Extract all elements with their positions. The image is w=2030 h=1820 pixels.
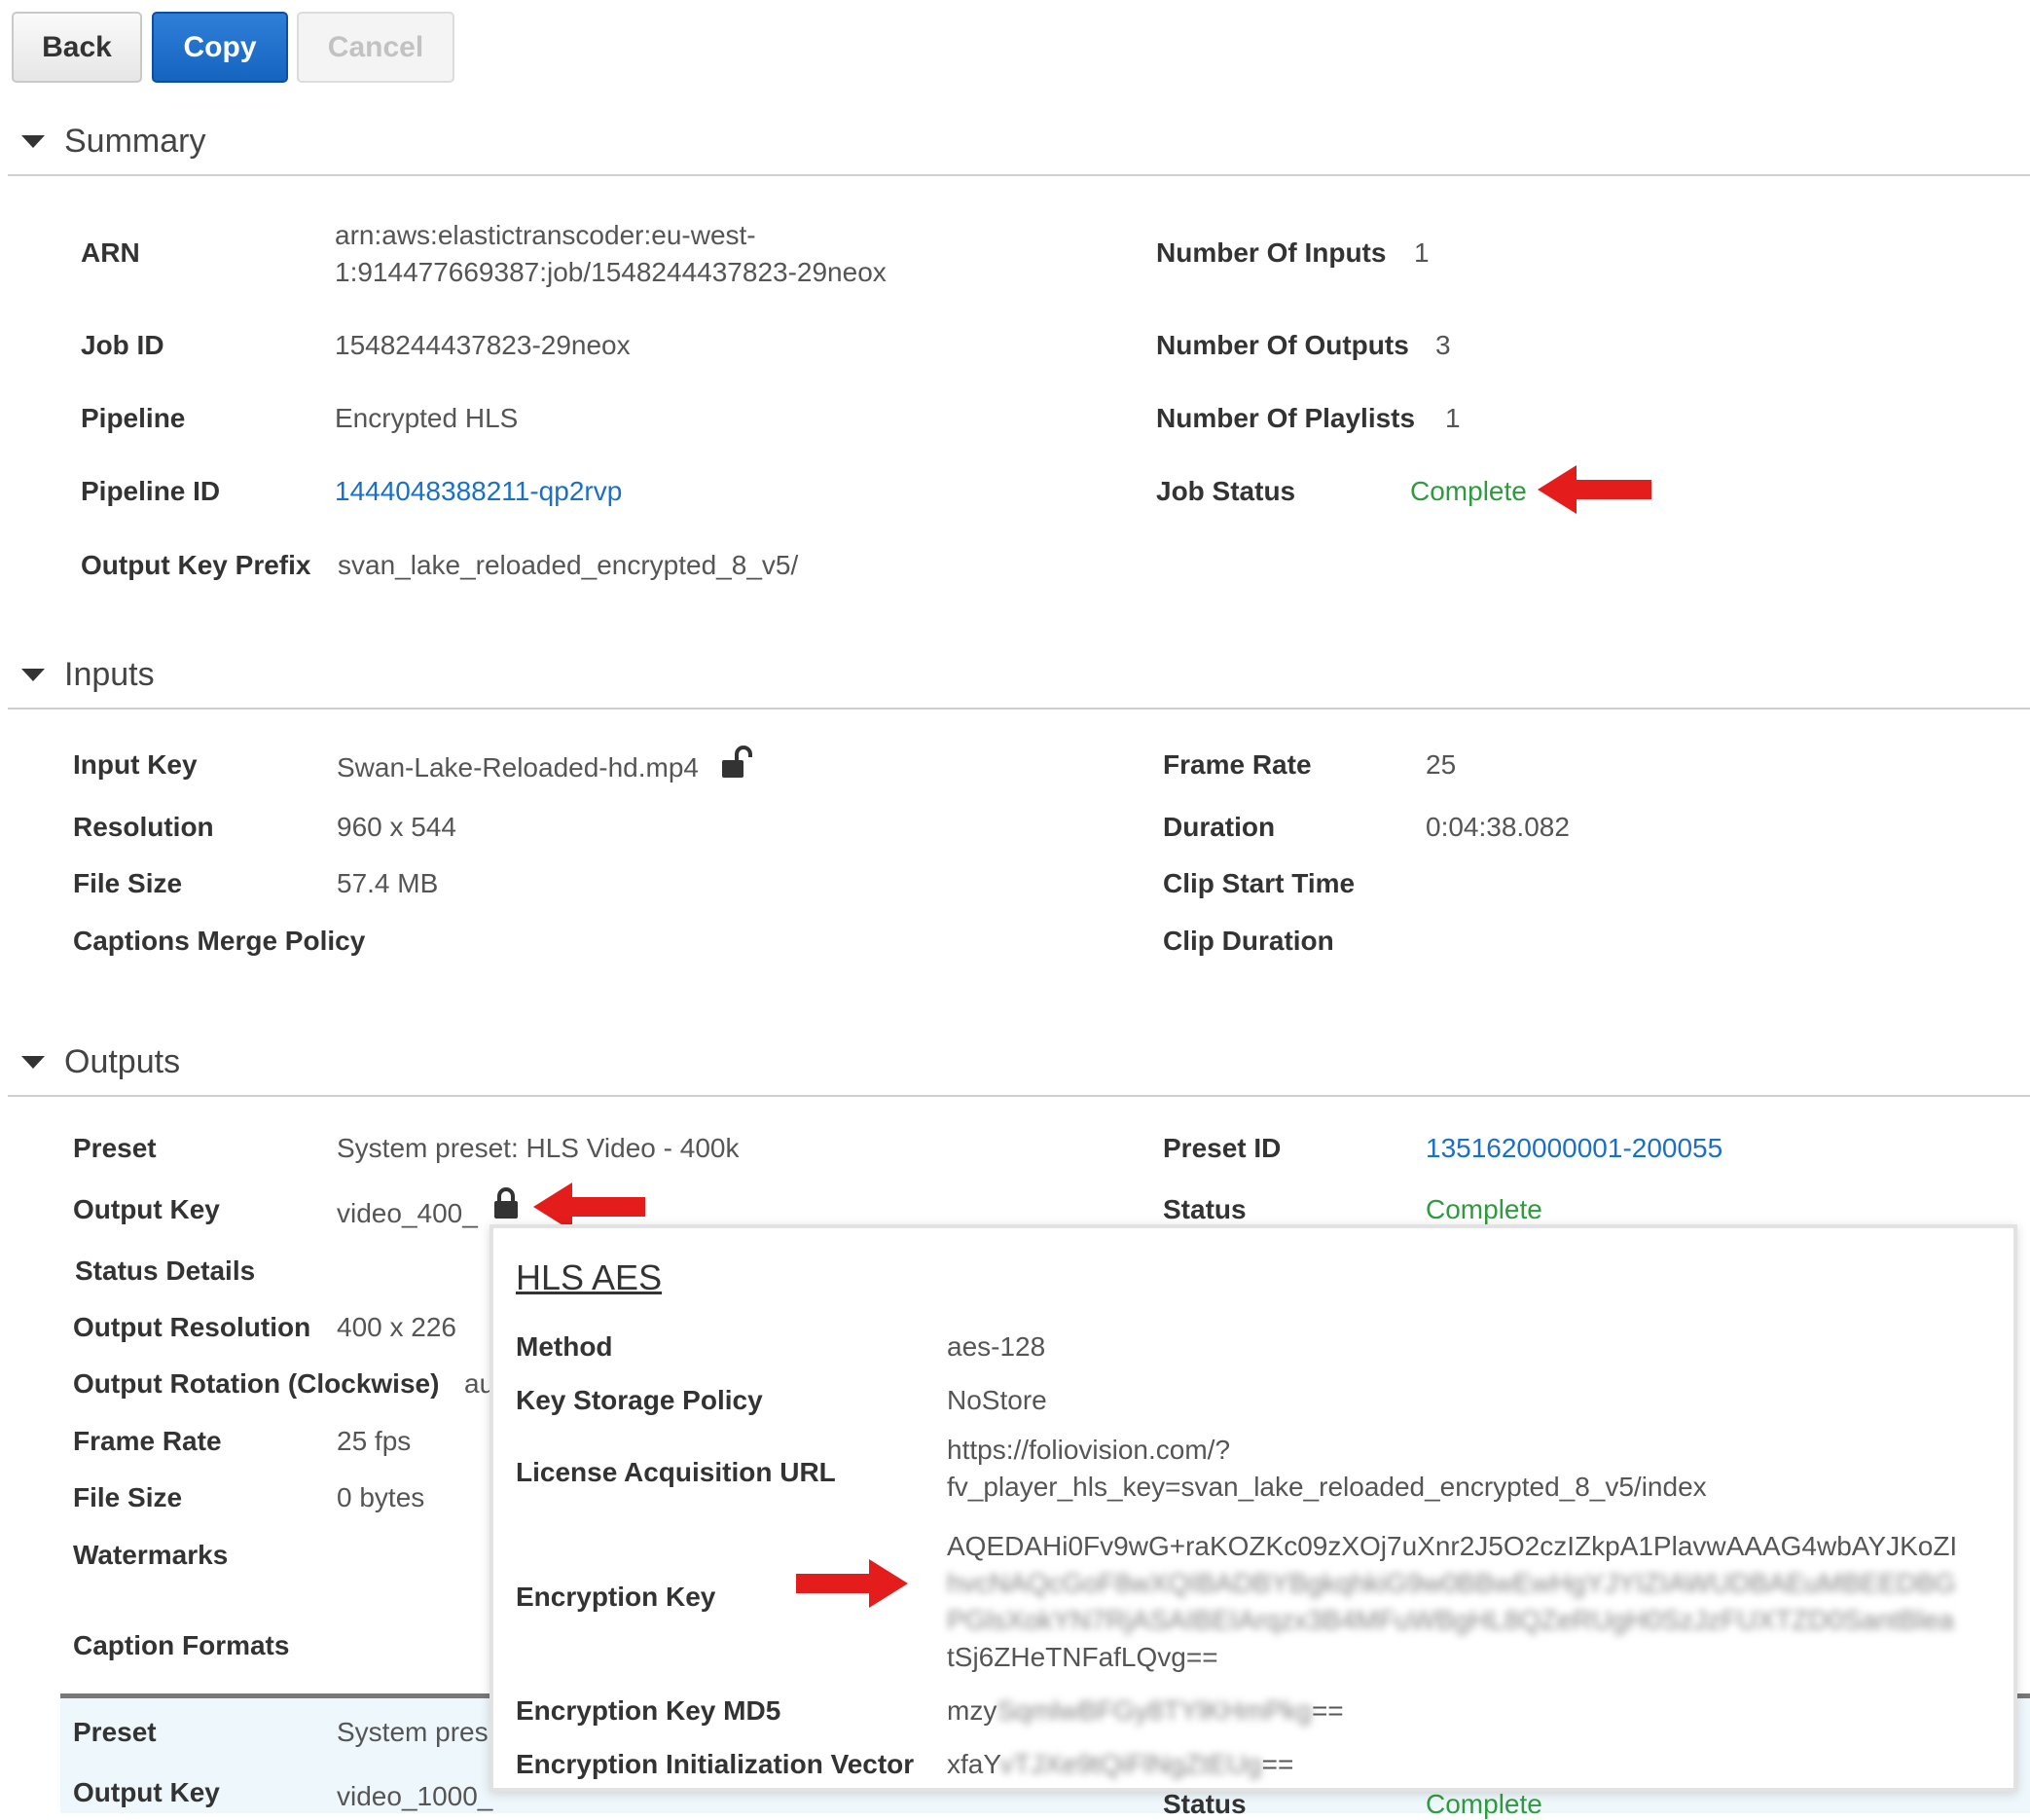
num-inputs-value: 1 bbox=[1414, 237, 1430, 268]
status-details-label: Status Details bbox=[75, 1256, 256, 1286]
second-status-value: Complete bbox=[1426, 1789, 1542, 1819]
output-status-value: Complete bbox=[1426, 1194, 1542, 1224]
encryption-key-line1: AQEDAHi0Fv9wG+raKOZKc09zXOj7uXnr2J5O2czI… bbox=[947, 1531, 1958, 1561]
copy-button[interactable]: Copy bbox=[152, 12, 288, 83]
encryption-key-line4: tSj6ZHeTNFafLQvg== bbox=[947, 1642, 1218, 1672]
pipeline-id-link[interactable]: 1444048388211-qp2rvp bbox=[335, 476, 622, 507]
encryption-iv-value: xfaYvTJXe9tQiFlNgZtEUg== bbox=[947, 1749, 1294, 1779]
output-frame-rate-label: Frame Rate bbox=[73, 1426, 222, 1456]
input-duration-value: 0:04:38.082 bbox=[1426, 812, 1570, 842]
hls-aes-title: HLS AES bbox=[516, 1257, 663, 1297]
triangle-down-icon bbox=[21, 135, 45, 148]
key-storage-policy-value: NoStore bbox=[947, 1385, 1047, 1415]
input-frame-rate-value: 25 bbox=[1426, 749, 1457, 780]
input-frame-rate-label: Frame Rate bbox=[1163, 749, 1312, 780]
output-key-label: Output Key bbox=[73, 1194, 220, 1224]
encryption-key-md5-value: mzySqmlwBFGy8TYlKHmPkg== bbox=[947, 1695, 1344, 1726]
job-id-label: Job ID bbox=[81, 330, 164, 360]
captions-merge-policy-label: Captions Merge Policy bbox=[73, 926, 366, 956]
pipeline-id-label: Pipeline ID bbox=[81, 476, 221, 506]
input-key-label: Input Key bbox=[73, 749, 198, 780]
output-preset-label: Preset bbox=[73, 1133, 157, 1163]
cancel-button[interactable]: Cancel bbox=[297, 12, 454, 83]
license-url-line2: fv_player_hls_key=svan_lake_reloaded_enc… bbox=[947, 1472, 1707, 1502]
encryption-key-md5-label: Encryption Key MD5 bbox=[516, 1695, 781, 1726]
output-status-label: Status bbox=[1163, 1194, 1247, 1224]
second-preset-value: System pres bbox=[337, 1717, 489, 1747]
second-output-key-value: video_1000_ bbox=[337, 1781, 493, 1811]
num-playlists-label: Number Of Playlists bbox=[1156, 403, 1416, 433]
input-key-value: Swan-Lake-Reloaded-hd.mp4 bbox=[337, 752, 699, 783]
watermarks-label: Watermarks bbox=[73, 1540, 229, 1570]
preset-id-label: Preset ID bbox=[1163, 1133, 1282, 1163]
outputs-divider bbox=[8, 1095, 2030, 1097]
summary-heading: Summary bbox=[64, 123, 206, 160]
encryption-iv-label: Encryption Initialization Vector bbox=[516, 1749, 915, 1779]
output-frame-rate-value: 25 fps bbox=[337, 1426, 412, 1456]
output-resolution-label: Output Resolution bbox=[73, 1312, 311, 1342]
method-value: aes-128 bbox=[947, 1331, 1046, 1362]
inputs-heading: Inputs bbox=[64, 656, 155, 693]
encryption-key-line2-redacted: hvcNAQcGoF8wXQIBADBYBgkqhkiG9w0BBwEwHgYJ… bbox=[947, 1568, 1956, 1598]
back-button[interactable]: Back bbox=[12, 12, 142, 83]
second-output-key-label: Output Key bbox=[73, 1777, 220, 1807]
red-arrow-encryption-key bbox=[796, 1559, 908, 1608]
arn-value-line1: arn:aws:elastictranscoder:eu-west- bbox=[335, 220, 756, 250]
num-inputs-label: Number Of Inputs bbox=[1156, 237, 1387, 268]
outputs-section-toggle[interactable]: Outputs bbox=[21, 1043, 180, 1081]
lock-icon[interactable] bbox=[491, 1187, 521, 1220]
second-status-label: Status bbox=[1163, 1789, 1247, 1819]
job-status-value: Complete bbox=[1410, 476, 1527, 506]
license-url-label: License Acquisition URL bbox=[516, 1457, 836, 1487]
caption-formats-label: Caption Formats bbox=[73, 1630, 290, 1660]
arn-label: ARN bbox=[81, 237, 140, 268]
summary-divider bbox=[8, 174, 2030, 176]
inputs-section-toggle[interactable]: Inputs bbox=[21, 656, 155, 694]
num-playlists-value: 1 bbox=[1445, 403, 1461, 433]
triangle-down-icon bbox=[21, 1056, 45, 1069]
input-duration-label: Duration bbox=[1163, 812, 1276, 842]
output-file-size-label: File Size bbox=[73, 1482, 183, 1512]
pipeline-value: Encrypted HLS bbox=[335, 403, 519, 433]
output-rotation-label: Output Rotation (Clockwise) bbox=[73, 1368, 440, 1399]
summary-section-toggle[interactable]: Summary bbox=[21, 123, 205, 161]
num-outputs-value: 3 bbox=[1435, 330, 1451, 360]
preset-id-link[interactable]: 1351620000001-200055 bbox=[1426, 1133, 1722, 1164]
job-id-value: 1548244437823-29neox bbox=[335, 330, 631, 360]
num-outputs-label: Number Of Outputs bbox=[1156, 330, 1409, 360]
clip-start-time-label: Clip Start Time bbox=[1163, 868, 1356, 898]
lock-open-icon[interactable] bbox=[720, 746, 755, 781]
license-url-line1: https://foliovision.com/? bbox=[947, 1435, 1231, 1465]
hls-aes-popup: HLS AES Method aes-128 Key Storage Polic… bbox=[489, 1224, 2017, 1792]
clip-duration-label: Clip Duration bbox=[1163, 926, 1334, 956]
red-arrow-job-status bbox=[1538, 465, 1651, 514]
inputs-divider bbox=[8, 708, 2030, 710]
input-file-size-label: File Size bbox=[73, 868, 183, 898]
triangle-down-icon bbox=[21, 669, 45, 681]
encryption-key-label: Encryption Key bbox=[516, 1582, 716, 1612]
output-resolution-value: 400 x 226 bbox=[337, 1312, 456, 1342]
output-preset-value: System preset: HLS Video - 400k bbox=[337, 1133, 740, 1163]
pipeline-label: Pipeline bbox=[81, 403, 186, 433]
arn-value-line2: 1:914477669387:job/1548244437823-29neox bbox=[335, 257, 887, 287]
input-resolution-label: Resolution bbox=[73, 812, 214, 842]
input-file-size-value: 57.4 MB bbox=[337, 868, 439, 898]
output-file-size-value: 0 bytes bbox=[337, 1482, 425, 1512]
outputs-heading: Outputs bbox=[64, 1043, 181, 1080]
key-storage-policy-label: Key Storage Policy bbox=[516, 1385, 763, 1415]
input-resolution-value: 960 x 544 bbox=[337, 812, 456, 842]
output-key-prefix-label: Output Key Prefix bbox=[81, 550, 311, 580]
second-preset-label: Preset bbox=[73, 1717, 157, 1747]
output-key-value: video_400_ bbox=[337, 1198, 478, 1228]
job-status-label: Job Status bbox=[1156, 476, 1296, 506]
method-label: Method bbox=[516, 1331, 613, 1362]
encryption-key-line3-redacted: PGlsXokYN7RjASAIBEIArqzx3B4MFuWBgHL8QZeR… bbox=[947, 1605, 1954, 1635]
output-key-prefix-value: svan_lake_reloaded_encrypted_8_v5/ bbox=[338, 550, 799, 580]
